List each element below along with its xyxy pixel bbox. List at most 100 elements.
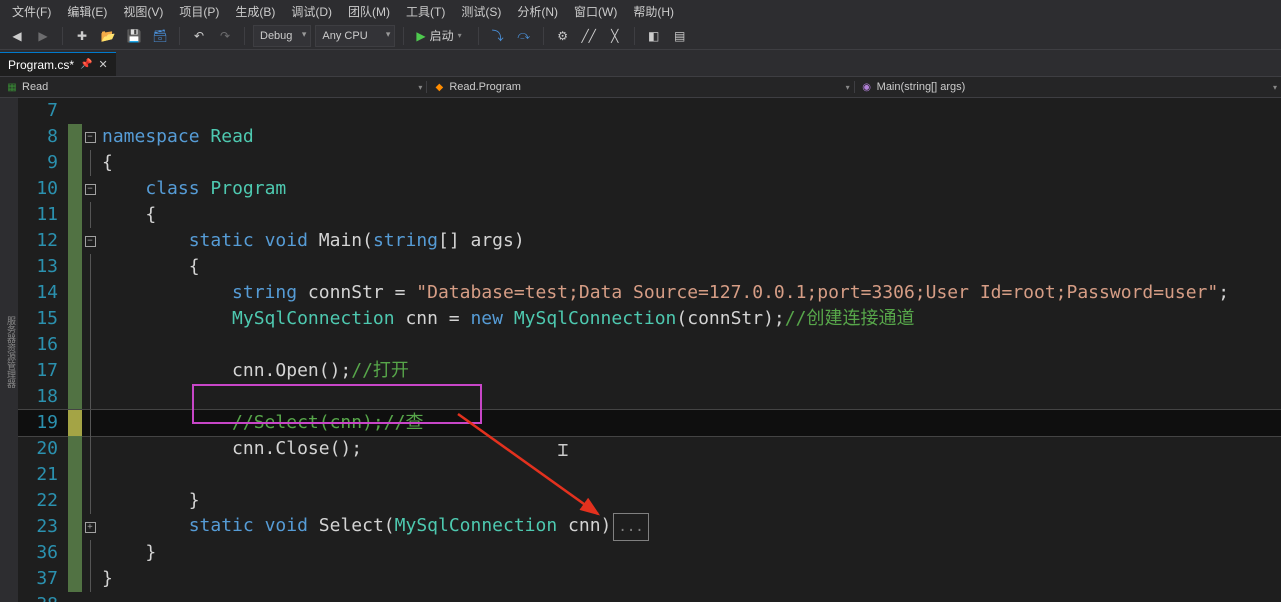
menu-item[interactable]: 调试(D) [283,1,340,22]
code-line[interactable]: 38 [18,592,1281,602]
code-line[interactable]: 36 } [18,540,1281,566]
code-text[interactable] [98,98,113,124]
fold-gutter[interactable]: − [82,124,98,150]
expand-icon[interactable]: + [85,522,96,533]
nav-method-combo[interactable]: ◉ Main(string[] args) ▾ [855,81,1281,93]
collapsed-ellipsis[interactable]: ... [613,513,648,541]
fold-gutter[interactable]: − [82,228,98,254]
menu-item[interactable]: 工具(T) [398,1,453,22]
fold-gutter[interactable]: + [82,514,98,540]
redo-button[interactable]: ↷ [214,25,236,47]
code-line[interactable]: 37} [18,566,1281,592]
code-text[interactable]: string connStr = "Database=test;Data Sou… [98,280,1229,306]
code-line[interactable]: 13 { [18,254,1281,280]
code-line[interactable]: 12− static void Main(string[] args) [18,228,1281,254]
open-file-button[interactable]: 📂 [97,25,119,47]
nav-back-button[interactable]: ◀ [6,25,28,47]
comment-button[interactable]: ╱╱ [578,25,600,47]
change-marker [68,176,82,202]
fold-gutter [82,306,98,332]
menu-item[interactable]: 生成(B) [227,1,283,22]
undo-button[interactable]: ↶ [188,25,210,47]
tab-program-cs[interactable]: Program.cs* 📌 ✕ [0,52,116,76]
change-marker [68,566,82,592]
code-text[interactable]: cnn.Open();//打开 [98,358,409,384]
method-icon: ◉ [861,81,873,93]
code-text[interactable]: { [98,202,156,228]
code-text[interactable] [98,332,113,358]
code-text[interactable]: { [98,254,200,280]
menu-item[interactable]: 测试(S) [453,1,509,22]
change-marker [68,202,82,228]
code-text[interactable]: MySqlConnection cnn = new MySqlConnectio… [98,306,914,332]
code-text[interactable]: //Select(cnn);//查 [98,410,423,436]
menu-item[interactable]: 编辑(E) [59,1,115,22]
nav-fwd-button[interactable]: ▶ [32,25,54,47]
code-line[interactable]: 20 cnn.Close(); [18,436,1281,462]
code-text[interactable]: class Program [98,176,286,202]
code-text[interactable] [98,592,113,602]
code-line[interactable]: 11 { [18,202,1281,228]
code-line[interactable]: 22 } [18,488,1281,514]
code-line[interactable]: 7 [18,98,1281,124]
start-debug-button[interactable]: ▶ 启动 ▾ [412,25,469,47]
code-text[interactable]: { [98,150,113,176]
code-line[interactable]: 21 [18,462,1281,488]
code-text[interactable] [98,384,113,410]
code-text[interactable]: cnn.Close(); [98,436,362,462]
line-number: 21 [18,462,68,488]
code-text[interactable]: static void Select(MySqlConnection cnn).… [98,513,649,541]
pin-icon[interactable]: 📌 [80,59,92,70]
code-line[interactable]: 23 + static void Select(MySqlConnection c… [18,514,1281,540]
fold-gutter[interactable]: − [82,176,98,202]
new-project-button[interactable]: ✚ [71,25,93,47]
code-text[interactable] [98,462,113,488]
code-text[interactable]: namespace Read [98,124,254,150]
code-line[interactable]: 17 cnn.Open();//打开 [18,358,1281,384]
menu-item[interactable]: 窗口(W) [566,1,625,22]
bookmark-button[interactable]: ◧ [643,25,665,47]
code-text[interactable]: } [98,488,200,514]
line-number: 23 [18,514,68,540]
code-line[interactable]: 14 string connStr = "Database=test;Data … [18,280,1281,306]
collapse-icon[interactable]: − [85,184,96,195]
menu-item[interactable]: 分析(N) [509,1,566,22]
menu-item[interactable]: 团队(M) [340,1,398,22]
nav-scope-combo[interactable]: ▦ Read ▾ [0,81,427,93]
tasklist-button[interactable]: ▤ [669,25,691,47]
step-into-button[interactable]: ⤵ [487,25,509,47]
line-number: 19 [18,410,68,436]
code-line[interactable]: 10− class Program [18,176,1281,202]
find-button[interactable]: ⚙ [552,25,574,47]
collapse-icon[interactable]: − [85,132,96,143]
save-all-button[interactable]: 🗃 [149,25,171,47]
code-line[interactable]: 16 [18,332,1281,358]
code-editor[interactable]: 7 8−namespace Read9{10− class Program11 … [18,98,1281,602]
code-line[interactable]: 18 [18,384,1281,410]
code-line[interactable]: 9{ [18,150,1281,176]
nav-class-combo[interactable]: ◆ Read.Program ▾ [427,81,854,93]
save-button[interactable]: 💾 [123,25,145,47]
menu-item[interactable]: 项目(P) [171,1,227,22]
menu-item[interactable]: 帮助(H) [625,1,682,22]
server-explorer-tab[interactable]: 服务器资源管理器 [5,316,18,388]
uncomment-button[interactable]: ╳ [604,25,626,47]
config-combo[interactable]: Debug [253,25,311,47]
menu-item[interactable]: 文件(F) [4,1,59,22]
change-marker [68,332,82,358]
collapse-icon[interactable]: − [85,236,96,247]
code-line[interactable]: 8−namespace Read [18,124,1281,150]
fold-gutter [82,384,98,410]
side-tool-panel: 服务器资源管理器 工具箱 [0,98,18,602]
code-text[interactable]: } [98,540,156,566]
code-text[interactable]: static void Main(string[] args) [98,228,525,254]
fold-gutter [82,540,98,566]
code-text[interactable]: } [98,566,113,592]
code-line[interactable]: 15 MySqlConnection cnn = new MySqlConnec… [18,306,1281,332]
step-over-button[interactable]: ⤼ [513,25,535,47]
line-number: 17 [18,358,68,384]
platform-combo[interactable]: Any CPU [315,25,395,47]
menu-item[interactable]: 视图(V) [115,1,171,22]
code-line[interactable]: 19 //Select(cnn);//查 [18,410,1281,436]
close-icon[interactable]: ✕ [98,58,107,71]
